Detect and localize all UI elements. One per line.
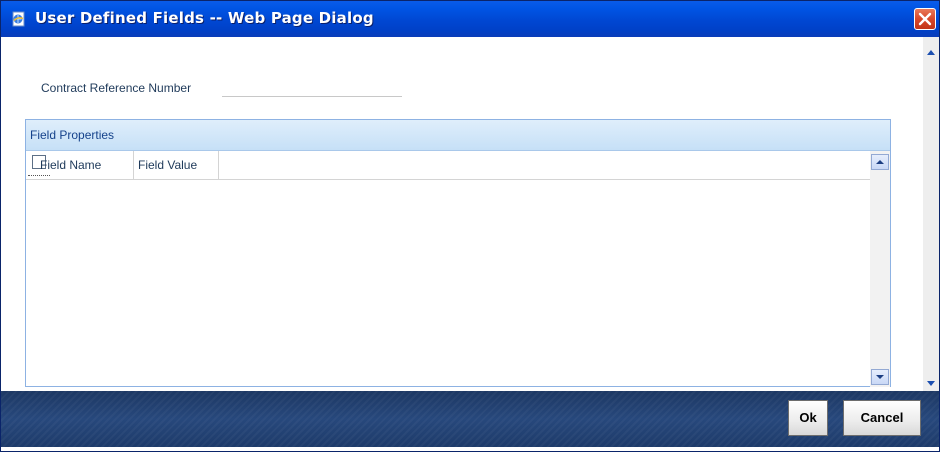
grid-body (26, 180, 870, 386)
title-bar[interactable]: User Defined Fields -- Web Page Dialog (1, 1, 939, 37)
arrow-up-icon (927, 50, 935, 55)
grid-scroll-up-button[interactable] (871, 154, 889, 170)
grid-scrollbar[interactable] (870, 151, 890, 387)
close-icon (918, 12, 932, 26)
column-header-field-value[interactable]: Field Value (134, 151, 219, 179)
contract-reference-field[interactable] (222, 78, 402, 97)
arrow-up-icon (876, 160, 884, 164)
window-bottom-edge (1, 447, 939, 451)
ok-button[interactable]: Ok (788, 400, 828, 436)
window-scroll-up-button[interactable] (923, 45, 939, 61)
window-scrollbar[interactable] (923, 37, 939, 391)
cancel-button[interactable]: Cancel (843, 400, 921, 436)
ie-page-icon (12, 11, 25, 27)
column-header-field-name[interactable]: Field Name (36, 151, 134, 179)
grid-header-row: Field Name Field Value (26, 151, 870, 180)
arrow-down-icon (876, 375, 884, 379)
field-properties-title: Field Properties (30, 128, 115, 142)
field-properties-header: Field Properties (26, 120, 890, 151)
grid-scroll-down-button[interactable] (871, 369, 889, 385)
window-title: User Defined Fields -- Web Page Dialog (35, 9, 374, 27)
dialog-content: Contract Reference Number Field Properti… (1, 37, 923, 391)
dialog-window: User Defined Fields -- Web Page Dialog C… (0, 0, 940, 452)
dialog-footer: Ok Cancel (1, 391, 939, 447)
window-scroll-down-button[interactable] (923, 375, 939, 391)
contract-reference-label: Contract Reference Number (41, 81, 192, 95)
arrow-down-icon (927, 381, 935, 386)
field-properties-section: Field Properties Field Name Field Value (25, 119, 891, 387)
close-button[interactable] (914, 8, 936, 30)
